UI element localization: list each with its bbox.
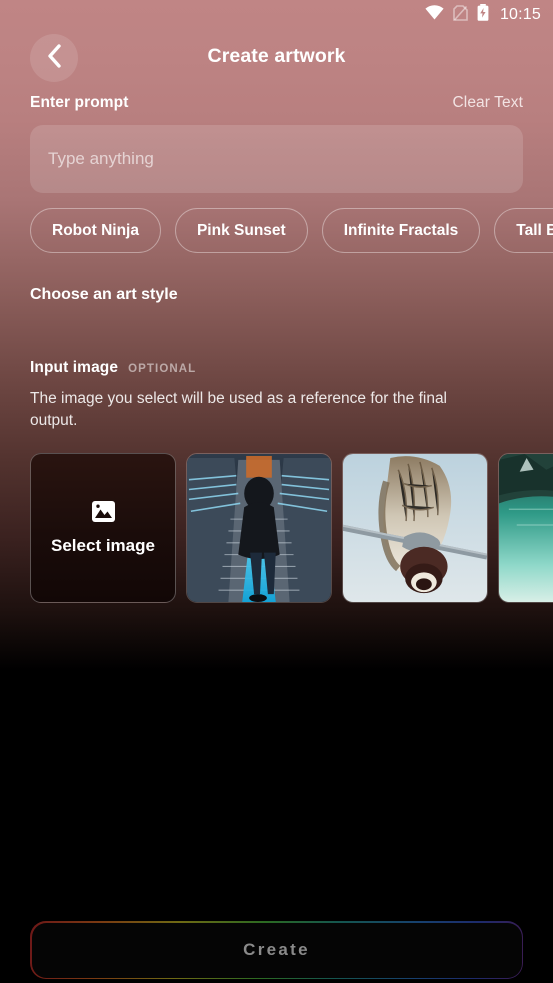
optional-badge: OPTIONAL <box>128 363 197 375</box>
app-screen: 10:15 Create artwork Enter prompt Clear … <box>0 0 553 983</box>
status-time: 10:15 <box>499 6 541 23</box>
thumbnail-turquoise-lake-boat[interactable] <box>498 453 553 604</box>
prompt-input[interactable]: Type anything <box>30 125 523 193</box>
main-content: Enter prompt Clear Text Type anything Ro… <box>0 94 553 604</box>
image-placeholder-icon <box>91 500 115 527</box>
battery-charging-icon <box>477 4 489 26</box>
select-image-label: Select image <box>51 535 155 555</box>
create-button-border: Create <box>30 921 523 979</box>
select-image-card[interactable]: Select image <box>30 453 176 604</box>
page-title: Create artwork <box>207 44 346 67</box>
clear-text-button[interactable]: Clear Text <box>453 94 524 112</box>
thumbnail-escalator-neon[interactable] <box>186 453 332 604</box>
input-image-thumbnail-strip[interactable]: Select image <box>0 453 553 604</box>
prompt-suggestion-chips[interactable]: Robot Ninja Pink Sunset Infinite Fractal… <box>0 208 553 253</box>
thumbnail-bird-power-line[interactable] <box>342 453 488 604</box>
chip-infinite-fractals[interactable]: Infinite Fractals <box>321 208 481 253</box>
enter-prompt-label: Enter prompt <box>30 94 129 111</box>
back-button[interactable] <box>30 34 78 82</box>
status-bar: 10:15 <box>0 0 553 30</box>
chip-pink-sunset[interactable]: Pink Sunset <box>174 208 308 253</box>
prompt-input-placeholder: Type anything <box>48 149 154 168</box>
create-button[interactable]: Create <box>31 922 522 978</box>
chip-robot-ninja[interactable]: Robot Ninja <box>30 208 161 253</box>
no-sim-icon <box>453 4 468 26</box>
input-image-title: Input image <box>30 359 119 376</box>
input-image-header: Input image OPTIONAL <box>0 359 553 377</box>
chip-tall-bird[interactable]: Tall Bird <box>494 208 553 253</box>
create-button-label: Create <box>243 940 310 959</box>
wifi-icon <box>425 5 444 25</box>
prompt-header-row: Enter prompt Clear Text <box>0 94 553 112</box>
input-image-description: The image you select will be used as a r… <box>30 390 448 430</box>
chevron-left-icon <box>47 43 62 73</box>
art-style-title: Choose an art style <box>30 286 178 303</box>
app-header: Create artwork <box>0 30 553 82</box>
